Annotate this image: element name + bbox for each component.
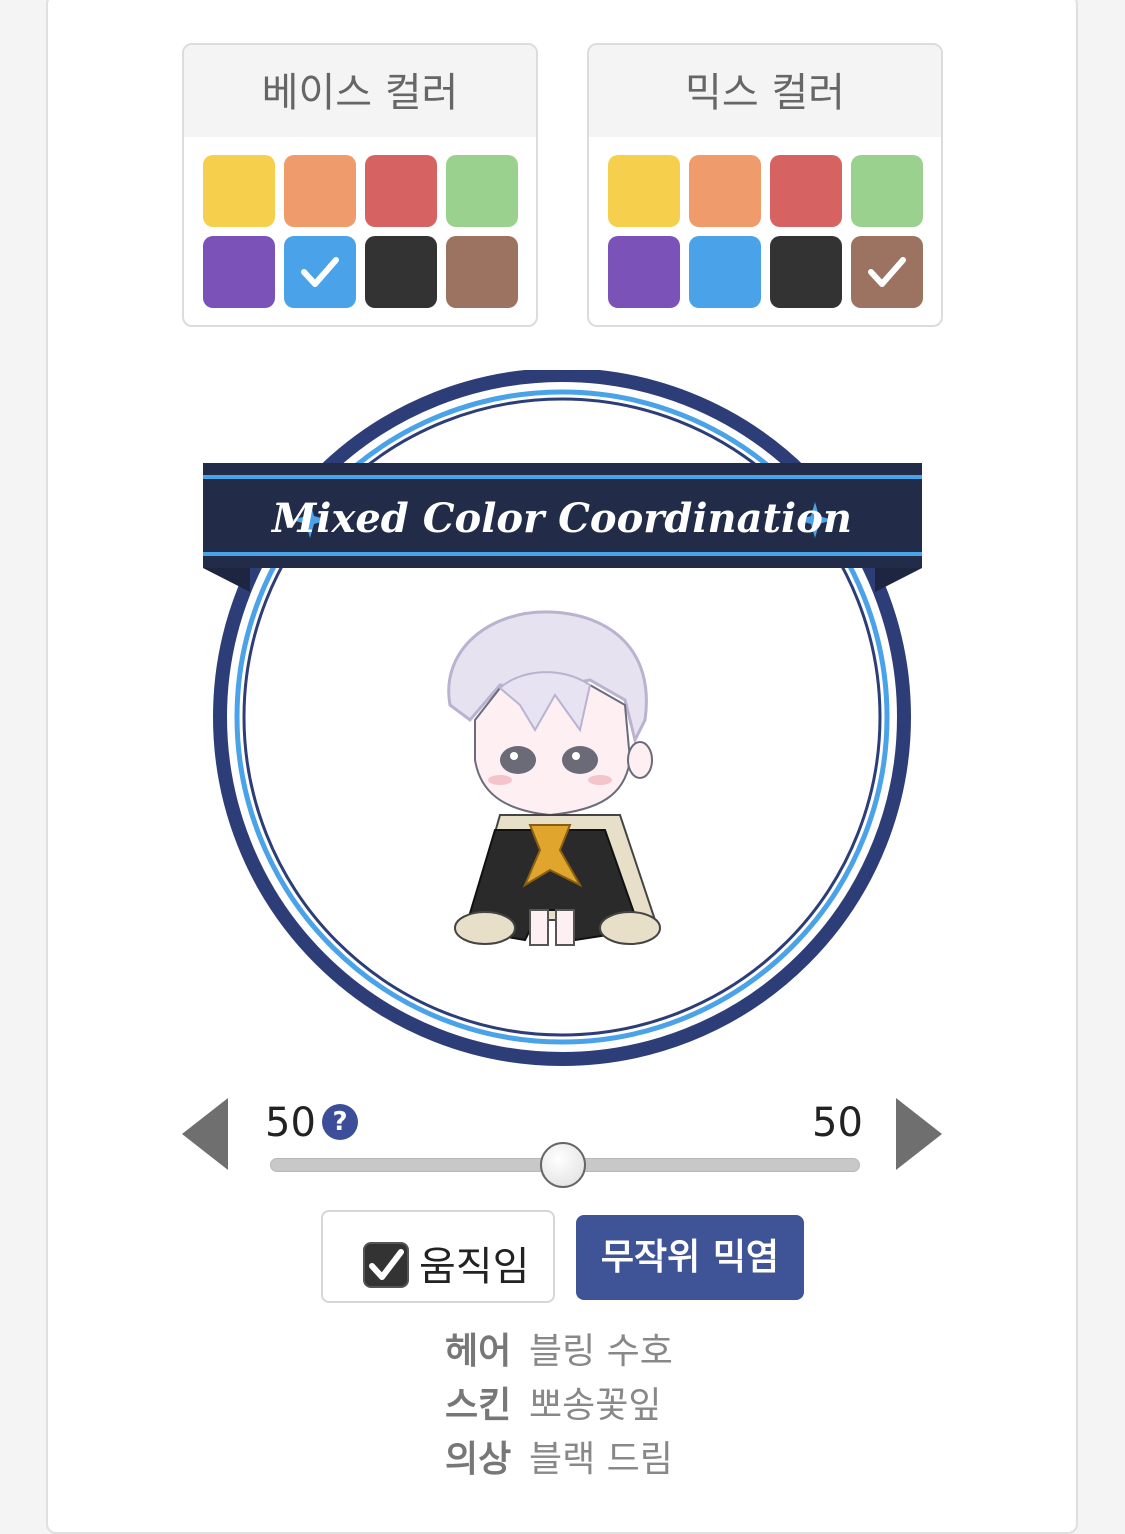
base-color-palette: 베이스 컬러 xyxy=(182,43,538,327)
mix-ratio-value: 50 xyxy=(812,1100,863,1146)
info-value: 블링 수호 xyxy=(529,1331,673,1372)
base-swatch-blue[interactable] xyxy=(284,236,356,308)
base-swatch-brown[interactable] xyxy=(446,236,518,308)
info-key: 스킨 xyxy=(445,1385,512,1426)
help-icon[interactable]: ? xyxy=(322,1104,358,1140)
base-color-title: 베이스 컬러 xyxy=(184,45,536,137)
motion-label: 움직임 xyxy=(419,1244,530,1290)
next-arrow-icon[interactable] xyxy=(896,1098,944,1170)
mix-swatch-blue[interactable] xyxy=(689,236,761,308)
motion-checkbox[interactable] xyxy=(363,1242,409,1288)
base-ratio-value: 50 xyxy=(265,1100,316,1146)
mix-swatch-brown[interactable] xyxy=(851,236,923,308)
character-preview: Mixed Color Coordination xyxy=(203,370,922,1066)
base-swatch-red[interactable] xyxy=(365,155,437,227)
check-icon xyxy=(369,1249,404,1280)
info-row-skin: 스킨 뽀송꽃잎 xyxy=(445,1382,673,1436)
info-value: 블랙 드림 xyxy=(529,1439,673,1480)
check-icon xyxy=(868,257,906,287)
info-row-hair: 헤어 블링 수호 xyxy=(445,1328,673,1382)
motion-toggle-button[interactable]: 움직임 xyxy=(321,1210,555,1303)
banner-title: Mixed Color Coordination xyxy=(270,495,852,542)
mix-swatch-orange[interactable] xyxy=(689,155,761,227)
mix-swatch-green[interactable] xyxy=(851,155,923,227)
base-swatch-black[interactable] xyxy=(365,236,437,308)
info-row-outfit: 의상 블랙 드림 xyxy=(445,1436,673,1490)
prev-arrow-icon[interactable] xyxy=(182,1098,230,1170)
slider-thumb[interactable] xyxy=(540,1142,586,1188)
base-swatch-yellow[interactable] xyxy=(203,155,275,227)
info-key: 헤어 xyxy=(445,1331,512,1372)
base-swatch-purple[interactable] xyxy=(203,236,275,308)
mix-swatch-yellow[interactable] xyxy=(608,155,680,227)
mix-color-palette: 믹스 컬러 xyxy=(587,43,943,327)
mix-ratio-slider: 50 ? 50 xyxy=(0,1090,1125,1190)
info-key: 의상 xyxy=(445,1439,512,1480)
random-mix-button[interactable]: 무작위 믹염 xyxy=(576,1215,804,1300)
info-value: 뽀송꽃잎 xyxy=(529,1385,662,1426)
mix-color-title: 믹스 컬러 xyxy=(589,45,941,137)
base-swatch-green[interactable] xyxy=(446,155,518,227)
mix-swatch-red[interactable] xyxy=(770,155,842,227)
check-icon xyxy=(301,257,339,287)
style-info: 헤어 블링 수호 스킨 뽀송꽃잎 의상 블랙 드림 xyxy=(445,1328,673,1490)
base-swatch-orange[interactable] xyxy=(284,155,356,227)
mix-swatch-black[interactable] xyxy=(770,236,842,308)
mix-swatch-purple[interactable] xyxy=(608,236,680,308)
